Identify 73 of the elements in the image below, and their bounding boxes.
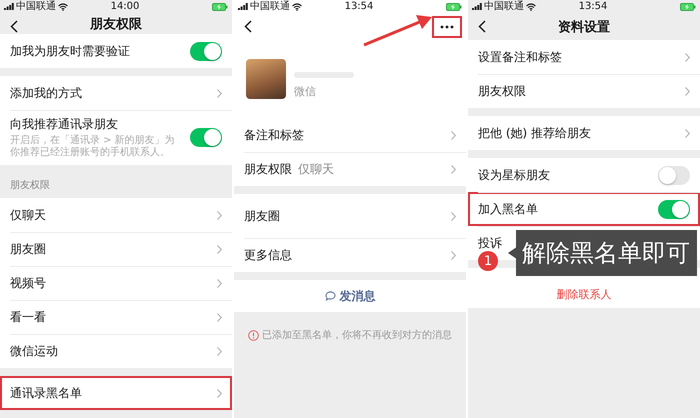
row-label: 看一看 bbox=[10, 308, 46, 326]
row-label: 视频号 bbox=[10, 274, 46, 292]
back-icon[interactable] bbox=[10, 20, 18, 33]
wechat-id: 微信 bbox=[294, 84, 317, 98]
toggle-switch[interactable] bbox=[658, 166, 690, 184]
pointer-arrow bbox=[362, 13, 434, 47]
chevron-icon bbox=[451, 212, 456, 220]
battery-charging-icon bbox=[680, 2, 696, 10]
row-value: 仅聊天 bbox=[298, 160, 334, 178]
row-label: 设为星标朋友 bbox=[478, 166, 550, 184]
back-icon[interactable] bbox=[244, 20, 252, 33]
status-time: 13:54 bbox=[344, 0, 374, 13]
row-label: 投诉 bbox=[478, 234, 502, 252]
chevron-icon bbox=[217, 88, 222, 98]
signal-icon bbox=[4, 3, 14, 10]
status-time: 14:00 bbox=[110, 0, 140, 13]
chevron-icon bbox=[685, 128, 690, 138]
carrier-name: 中国联通 bbox=[16, 0, 56, 13]
row-label: 添加我的方式 bbox=[10, 84, 82, 102]
row-label: 微信运动 bbox=[10, 342, 58, 360]
settings-row[interactable]: 通讯录黑名单 bbox=[0, 376, 232, 410]
delete-contact-label: 删除联系人 bbox=[556, 286, 612, 302]
toggle-switch[interactable] bbox=[190, 128, 222, 147]
screen-title: 朋友权限 bbox=[90, 16, 142, 32]
signal-icon bbox=[238, 3, 248, 10]
wifi-icon bbox=[526, 2, 536, 10]
battery-charging-icon bbox=[446, 2, 462, 10]
row-label: 备注和标签 bbox=[244, 126, 304, 144]
row-description: 开启后，在「通讯录 > 新的朋友」为你推荐已经注册账号的手机联系人。 bbox=[10, 135, 176, 159]
blacklist-notice: 已添加至黑名单，你将不再收到对方的消息 bbox=[262, 328, 452, 342]
section-header: 朋友权限 bbox=[9, 178, 51, 193]
chevron-icon bbox=[217, 346, 222, 356]
row-label: 向我推荐通讯录朋友 bbox=[10, 116, 118, 133]
row-label: 更多信息 bbox=[244, 246, 292, 264]
carrier-name: 中国联通 bbox=[484, 0, 524, 13]
row-label: 把他 (她) 推荐给朋友 bbox=[478, 124, 591, 142]
row-label: 朋友圈 bbox=[244, 208, 280, 224]
battery-charging-icon bbox=[212, 2, 228, 10]
chevron-icon bbox=[451, 130, 456, 140]
callout-tooltip: 解除黑名单即可 bbox=[508, 230, 697, 276]
chevron-icon bbox=[451, 164, 456, 174]
back-icon[interactable] bbox=[478, 20, 486, 33]
more-icon bbox=[440, 24, 454, 28]
row-label: 仅聊天 bbox=[10, 206, 46, 224]
chevron-icon bbox=[217, 210, 222, 220]
settings-row[interactable]: 加入黑名单 bbox=[468, 192, 700, 226]
chat-bubble-icon bbox=[324, 291, 336, 301]
row-label: 朋友圈 bbox=[10, 240, 46, 258]
photo-placeholder bbox=[246, 59, 286, 99]
signal-icon bbox=[472, 3, 482, 10]
wifi-icon bbox=[292, 2, 302, 10]
toggle-switch[interactable] bbox=[658, 200, 690, 218]
chevron-icon bbox=[217, 278, 222, 288]
wifi-icon bbox=[58, 2, 68, 10]
toggle-switch[interactable] bbox=[190, 42, 222, 60]
warning-icon bbox=[248, 330, 259, 340]
chevron-icon bbox=[451, 250, 456, 260]
chevron-icon bbox=[217, 312, 222, 322]
status-time: 13:54 bbox=[578, 0, 608, 13]
row-label: 设置备注和标签 bbox=[478, 48, 562, 66]
carrier-name: 中国联通 bbox=[250, 0, 290, 13]
chevron-icon bbox=[217, 388, 222, 398]
chevron-icon bbox=[685, 52, 690, 62]
chevron-icon bbox=[685, 86, 690, 96]
row-label: 朋友权限 bbox=[478, 82, 526, 100]
row-label: 加入黑名单 bbox=[478, 200, 538, 218]
chevron-icon bbox=[217, 244, 222, 254]
row-label: 朋友权限 bbox=[244, 160, 292, 178]
row-label: 加我为朋友时需要验证 bbox=[10, 42, 130, 60]
screen-title: 资料设置 bbox=[558, 18, 610, 36]
send-message-button[interactable]: 发消息 bbox=[234, 280, 466, 312]
more-button[interactable] bbox=[432, 16, 462, 38]
row-label: 通讯录黑名单 bbox=[10, 384, 82, 402]
